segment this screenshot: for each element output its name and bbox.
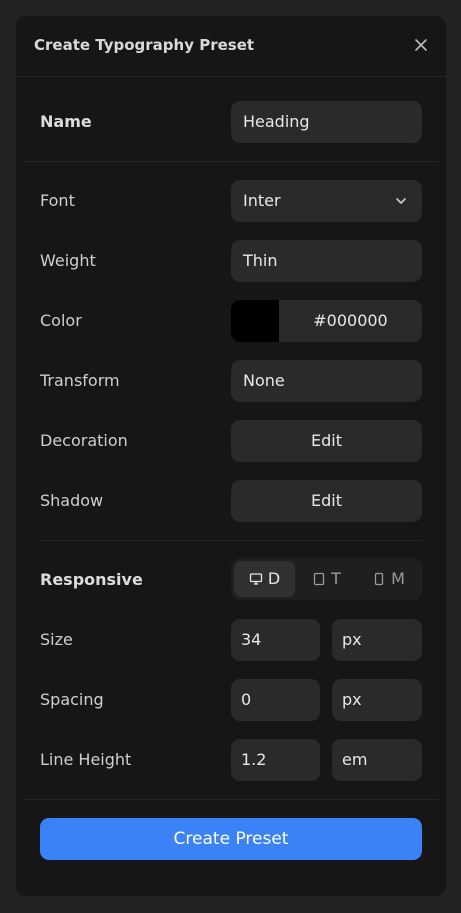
divider	[40, 540, 422, 541]
tablet-icon	[313, 572, 325, 586]
chevron-down-icon	[396, 198, 406, 204]
size-label: Size	[40, 630, 73, 649]
responsive-label: Responsive	[40, 570, 143, 589]
decoration-label: Decoration	[40, 431, 128, 450]
size-input[interactable]: 34	[231, 619, 320, 661]
color-swatch[interactable]	[231, 300, 279, 342]
shadow-label: Shadow	[40, 491, 104, 510]
weight-select[interactable]: Thin	[231, 240, 422, 282]
color-label: Color	[40, 311, 82, 330]
line-height-input[interactable]: 1.2	[231, 739, 320, 781]
create-preset-button[interactable]: Create Preset	[40, 818, 422, 860]
transform-label: Transform	[40, 371, 120, 390]
transform-select[interactable]: None	[231, 360, 422, 402]
dialog-title: Create Typography Preset	[34, 36, 255, 54]
size-unit-select[interactable]: px	[332, 619, 422, 661]
spacing-label: Spacing	[40, 690, 104, 709]
desktop-icon	[249, 573, 262, 585]
font-select[interactable]: Inter	[231, 180, 422, 222]
typography-preset-dialog: Create Typography Preset Name Heading Fo…	[16, 16, 446, 896]
mobile-icon	[374, 572, 384, 586]
weight-label: Weight	[40, 251, 96, 270]
device-mobile-tab[interactable]: M	[358, 561, 419, 597]
spacing-unit-select[interactable]: px	[332, 679, 422, 721]
device-toggle: D T M	[231, 558, 422, 600]
name-label: Name	[40, 112, 92, 131]
color-hex-value[interactable]: #000000	[279, 300, 422, 342]
name-input[interactable]: Heading	[231, 101, 422, 143]
device-tablet-label: T	[331, 569, 341, 588]
close-icon[interactable]	[412, 36, 430, 54]
device-mobile-label: M	[391, 569, 405, 588]
spacing-input[interactable]: 0	[231, 679, 320, 721]
shadow-edit-button[interactable]: Edit	[231, 480, 422, 522]
divider	[24, 799, 438, 800]
font-label: Font	[40, 191, 75, 210]
line-height-label: Line Height	[40, 750, 132, 769]
color-picker[interactable]: #000000	[231, 300, 422, 342]
divider	[24, 161, 438, 162]
dialog-header: Create Typography Preset	[16, 16, 446, 77]
line-height-unit-select[interactable]: em	[332, 739, 422, 781]
font-select-value: Inter	[243, 191, 281, 210]
device-tablet-tab[interactable]: T	[296, 561, 357, 597]
decoration-edit-button[interactable]: Edit	[231, 420, 422, 462]
device-desktop-tab[interactable]: D	[234, 561, 295, 597]
device-desktop-label: D	[267, 569, 281, 588]
